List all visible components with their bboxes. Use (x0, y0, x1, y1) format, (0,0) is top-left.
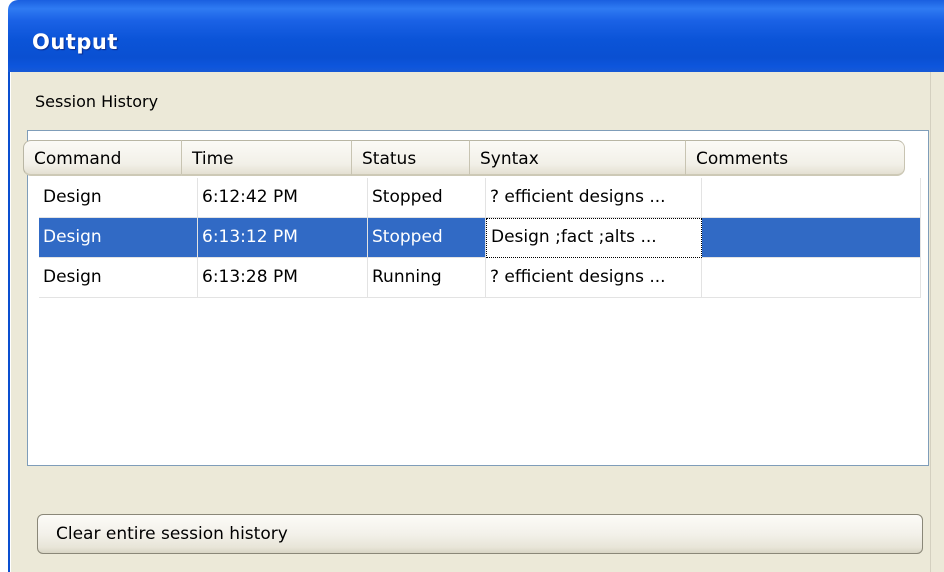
clear-session-history-button[interactable]: Clear entire session history (37, 514, 923, 554)
table-row[interactable]: Design 6:13:28 PM Running ? efficient de… (39, 258, 921, 298)
cell-command: Design (39, 178, 198, 218)
cell-syntax: ? efficient designs ... (486, 178, 702, 218)
cell-syntax: ? efficient designs ... (486, 258, 702, 298)
table-row[interactable]: Design 6:12:42 PM Stopped ? efficient de… (39, 178, 921, 218)
table-row-selected[interactable]: Design 6:13:12 PM Stopped Design ;fact ;… (39, 218, 921, 258)
title-bar[interactable]: Output (8, 0, 944, 72)
cell-command: Design (39, 258, 198, 298)
window-title: Output (32, 30, 118, 54)
cell-time: 6:13:12 PM (198, 218, 368, 258)
cell-status: Stopped (368, 178, 486, 218)
table-header: Command Time Status Syntax Comments (23, 140, 905, 178)
column-header-time[interactable]: Time (182, 140, 352, 176)
column-header-command[interactable]: Command (23, 140, 182, 176)
column-header-comments[interactable]: Comments (686, 140, 905, 176)
column-header-status[interactable]: Status (352, 140, 470, 176)
cell-time: 6:12:42 PM (198, 178, 368, 218)
window-body-inner: Session History Command Time Status Synt… (10, 72, 944, 572)
session-history-label: Session History (35, 92, 159, 111)
cell-comments[interactable] (702, 218, 921, 258)
cell-comments[interactable] (702, 178, 921, 218)
cell-syntax-focused[interactable]: Design ;fact ;alts ... (486, 218, 702, 258)
output-window: Output Session History Command Time Stat… (0, 0, 944, 572)
cell-status: Running (368, 258, 486, 298)
cell-command: Design (39, 218, 198, 258)
cell-time: 6:13:28 PM (198, 258, 368, 298)
right-border (930, 72, 944, 572)
cell-comments[interactable] (702, 258, 921, 298)
column-header-syntax[interactable]: Syntax (470, 140, 686, 176)
window-body: Session History Command Time Status Synt… (8, 72, 944, 572)
cell-status: Stopped (368, 218, 486, 258)
